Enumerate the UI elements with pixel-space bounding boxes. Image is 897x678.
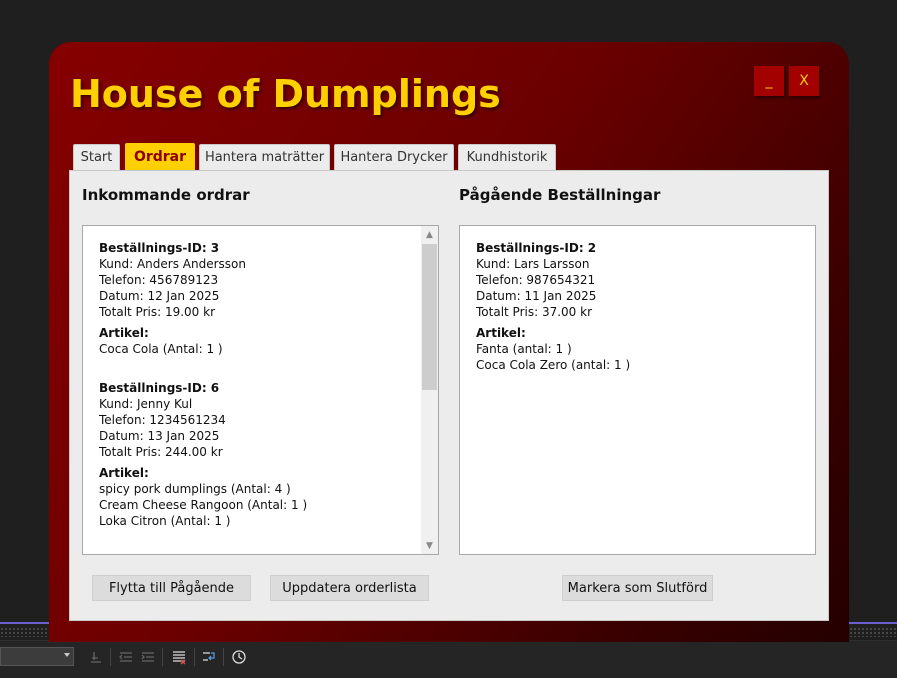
incoming-orders-title: Inkommande ordrar	[82, 186, 250, 204]
tab-hantera-drycker[interactable]: Hantera Drycker	[334, 144, 454, 170]
orders-panel: Inkommande ordrar Pågående Beställningar…	[69, 170, 829, 621]
order-id: Beställnings-ID: 2	[476, 241, 597, 255]
ongoing-orders-title: Pågående Beställningar	[459, 186, 661, 204]
order-total: Totalt Pris: 19.00 kr	[99, 305, 215, 319]
order-date: Datum: 12 Jan 2025	[99, 289, 220, 303]
indent-icon[interactable]	[139, 648, 157, 666]
order-entry[interactable]: Beställnings-ID: 3 Kund: Anders Andersso…	[99, 240, 418, 357]
order-date: Datum: 13 Jan 2025	[99, 429, 220, 443]
incoming-orders-content: Beställnings-ID: 3 Kund: Anders Andersso…	[99, 240, 418, 552]
toolbar-separator	[110, 648, 111, 666]
order-item: Coca Cola (Antal: 1 )	[99, 342, 223, 356]
scrollbar-thumb[interactable]	[422, 244, 437, 390]
refresh-orders-button[interactable]: Uppdatera orderlista	[270, 575, 429, 601]
order-phone: Telefon: 456789123	[99, 273, 219, 287]
order-item: spicy pork dumplings (Antal: 4 )	[99, 482, 291, 496]
order-customer: Kund: Anders Andersson	[99, 257, 246, 271]
order-id: Beställnings-ID: 3	[99, 241, 220, 255]
order-entry[interactable]: Beställnings-ID: 6 Kund: Jenny Kul Telef…	[99, 380, 418, 529]
tab-hantera-matratter[interactable]: Hantera maträtter	[199, 144, 330, 170]
comment-lines-icon[interactable]	[170, 648, 188, 666]
order-entry[interactable]: Beställnings-ID: 2 Kund: Lars Larsson Te…	[476, 240, 795, 373]
app-title: House of Dumplings	[70, 72, 501, 116]
toolbar-separator	[194, 648, 195, 666]
scroll-up-icon[interactable]: ▲	[421, 226, 438, 243]
order-item: Coca Cola Zero (antal: 1 )	[476, 358, 631, 372]
order-items-label: Artikel:	[99, 466, 149, 480]
order-phone: Telefon: 1234561234	[99, 413, 226, 427]
app-window: House of Dumplings _ X Start Ordrar Hant…	[49, 42, 849, 642]
mark-completed-button[interactable]: Markera som Slutförd	[562, 575, 713, 601]
ide-accent-line	[0, 622, 49, 624]
order-customer: Kund: Jenny Kul	[99, 397, 193, 411]
tab-start[interactable]: Start	[73, 144, 120, 170]
clock-icon[interactable]	[230, 648, 248, 666]
order-item: Cream Cheese Rangoon (Antal: 1 )	[99, 498, 308, 512]
tab-ordrar[interactable]: Ordrar	[125, 143, 195, 170]
incoming-orders-list[interactable]: Beställnings-ID: 3 Kund: Anders Andersso…	[82, 225, 439, 555]
order-phone: Telefon: 987654321	[476, 273, 596, 287]
close-button[interactable]: X	[789, 66, 819, 96]
word-wrap-icon[interactable]	[200, 648, 218, 666]
ide-dropdown[interactable]	[0, 647, 74, 666]
align-icon[interactable]	[87, 648, 105, 666]
ide-dotted-strip	[0, 627, 49, 637]
incoming-list-scrollbar[interactable]: ▲ ▼	[421, 226, 438, 554]
order-total: Totalt Pris: 37.00 kr	[476, 305, 592, 319]
ongoing-orders-content: Beställnings-ID: 2 Kund: Lars Larsson Te…	[476, 240, 795, 396]
chevron-down-icon	[64, 653, 70, 657]
order-total: Totalt Pris: 244.00 kr	[99, 445, 223, 459]
ongoing-orders-list[interactable]: Beställnings-ID: 2 Kund: Lars Larsson Te…	[459, 225, 816, 555]
ide-accent-line	[849, 622, 897, 624]
order-item: Fanta (antal: 1 )	[476, 342, 572, 356]
order-id: Beställnings-ID: 6	[99, 381, 220, 395]
order-items-label: Artikel:	[476, 326, 526, 340]
order-items-label: Artikel:	[99, 326, 149, 340]
order-customer: Kund: Lars Larsson	[476, 257, 590, 271]
order-date: Datum: 11 Jan 2025	[476, 289, 597, 303]
move-to-ongoing-button[interactable]: Flytta till Pågående	[92, 575, 251, 601]
outdent-icon[interactable]	[117, 648, 135, 666]
tab-kundhistorik[interactable]: Kundhistorik	[458, 144, 556, 170]
minimize-button[interactable]: _	[754, 66, 784, 96]
toolbar-separator	[162, 648, 163, 666]
ide-dotted-strip	[849, 627, 897, 637]
scroll-down-icon[interactable]: ▼	[421, 537, 438, 554]
toolbar-separator	[223, 648, 224, 666]
order-item: Loka Citron (Antal: 1 )	[99, 514, 231, 528]
